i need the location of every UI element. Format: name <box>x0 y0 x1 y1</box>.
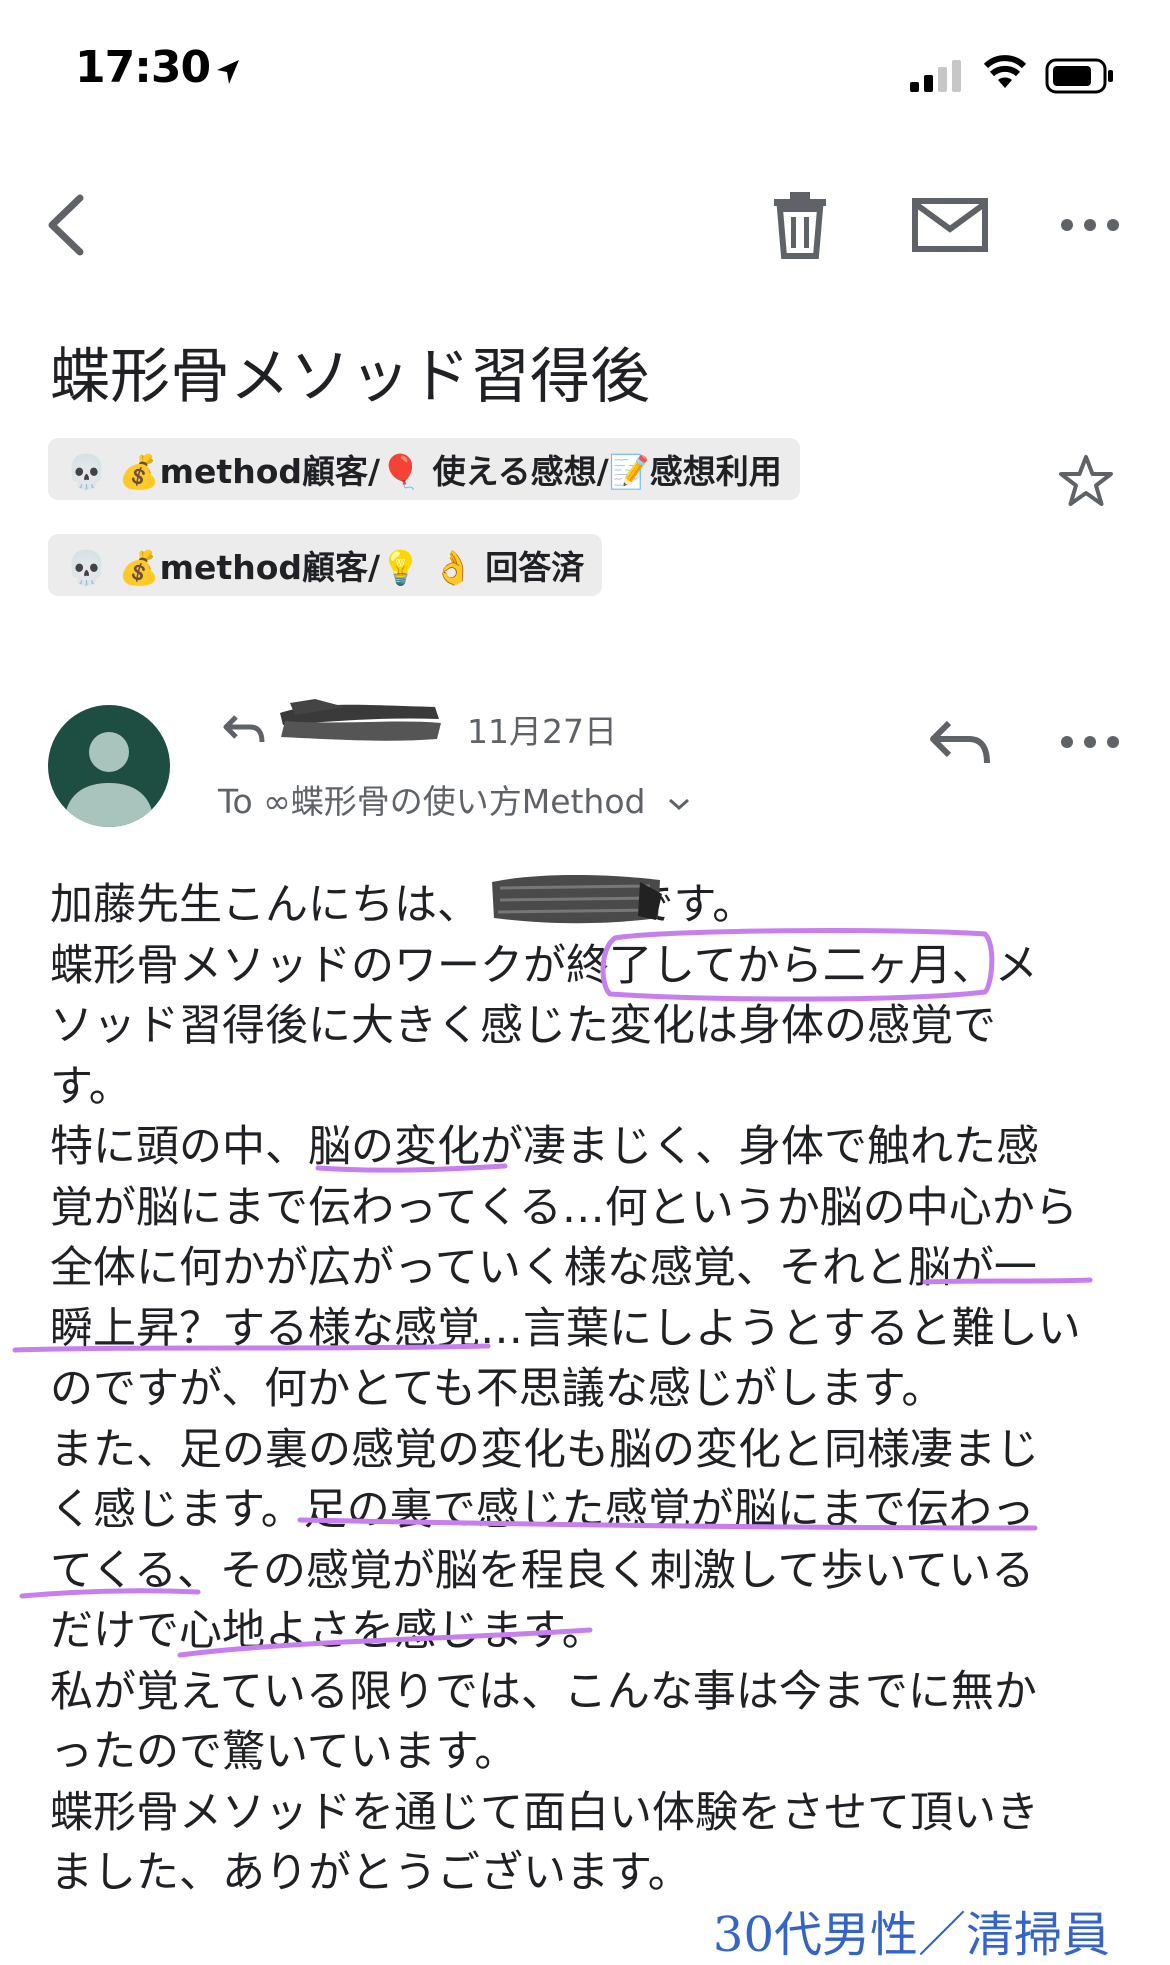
body-line: ったので驚いています。 <box>50 1727 518 1777</box>
body-line: だけで心地よさを感じます。 <box>50 1606 605 1656</box>
email-date: 11月27日 <box>467 712 617 751</box>
body-line: ソッド習得後に大きく感じた変化は身体の感覚で <box>50 1001 996 1051</box>
recipient-text: To ∞蝶形骨の使い方Method <box>218 782 646 821</box>
email-body: 加藤先生こんにちは、 です。 蝶形骨メソッドのワークが終了してから二ヶ月、メ ソ… <box>50 875 1140 1904</box>
sender-avatar <box>48 705 170 827</box>
delete-button[interactable] <box>770 190 830 260</box>
redacted-sender-name <box>280 699 441 741</box>
body-line: 全体に何かが広がっていく様な感覚、それと脳が一 <box>50 1243 1037 1293</box>
cellular-signal-icon <box>910 60 961 92</box>
body-line: く感じます。足の裏で感じた感覚が脳にまで伝わっ <box>50 1485 1035 1535</box>
status-time: 17:30 <box>75 42 211 93</box>
body-line: 覚が脳にまで伝わってくる…何というか脳の中心から <box>50 1182 1078 1233</box>
body-line: 蝶形骨メソッドを通じて面白い体験をさせて頂いき <box>50 1787 1039 1838</box>
chevron-down-icon <box>669 798 689 811</box>
recipient-line[interactable]: To ∞蝶形骨の使い方Method <box>218 775 692 823</box>
more-options-button[interactable] <box>1055 200 1125 250</box>
body-line: す。 <box>50 1061 132 1112</box>
body-line: 特に頭の中、脳の変化が凄まじく、身体で触れた感 <box>50 1122 1039 1172</box>
redacted-name <box>492 875 662 924</box>
body-line: 私が覚えている限りでは、こんな事は今までに無か <box>50 1666 1037 1717</box>
body-line: 瞬上昇？する様な感覚…言葉にしようとすると難しい <box>50 1303 1081 1354</box>
wifi-icon <box>983 55 1027 88</box>
mark-unread-button[interactable] <box>910 195 990 255</box>
reply-button[interactable] <box>925 715 995 770</box>
body-line: 蝶形骨メソッドのワークが終了してから二ヶ月、メ <box>50 940 1038 991</box>
label-chip[interactable]: 💀 💰method顧客/💡 👌 回答済 <box>48 534 603 596</box>
body-line: てくる、その感覚が脳を程良く刺激して歩いている <box>50 1545 1035 1596</box>
location-arrow-icon <box>217 60 239 84</box>
label-chip[interactable]: 💀 💰method顧客/🎈 使える感想/📝感想利用 <box>48 438 800 500</box>
battery-icon <box>1045 58 1113 94</box>
back-button[interactable] <box>40 190 100 260</box>
email-subject: 蝶形骨メソッド習得後 <box>50 342 650 412</box>
body-line: また、足の裏の感覚の変化も脳の変化と同様凄まじ <box>50 1424 1039 1475</box>
body-line: のですが、何かとても不思議な感じがします。 <box>50 1364 945 1414</box>
message-more-button[interactable] <box>1055 722 1125 762</box>
replied-icon <box>223 715 265 743</box>
star-button[interactable] <box>1056 452 1116 512</box>
